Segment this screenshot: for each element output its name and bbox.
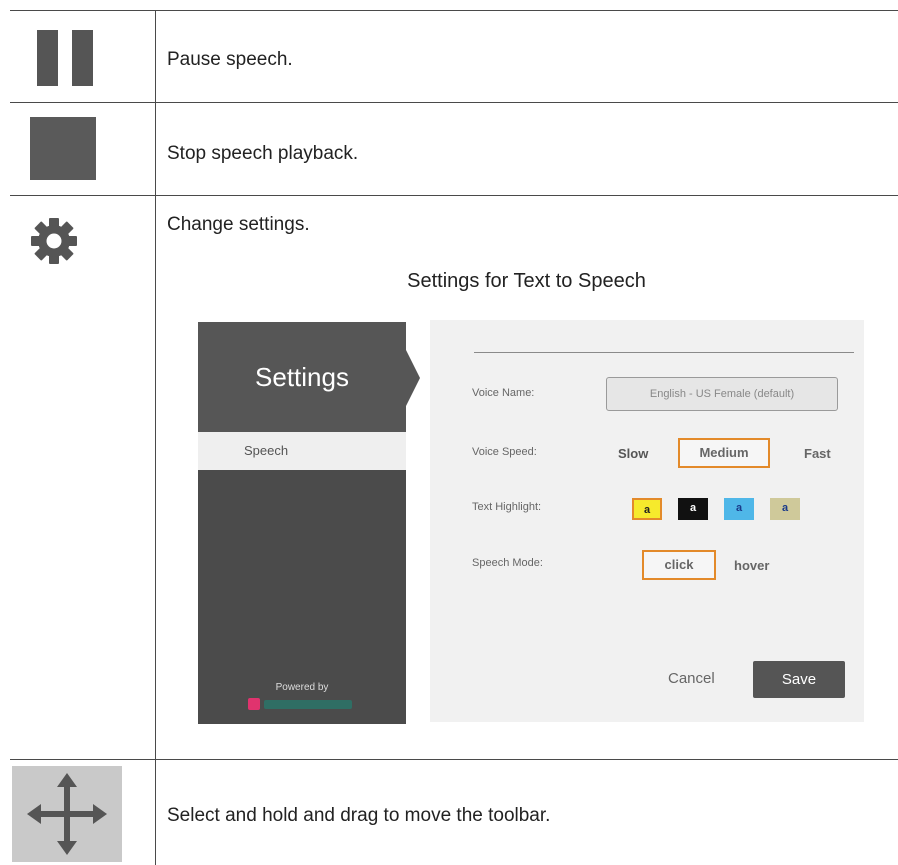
- voice-name-select[interactable]: English - US Female (default): [606, 377, 838, 411]
- voice-name-label: Voice Name:: [472, 387, 535, 399]
- sidebar-item-speech[interactable]: Speech: [198, 432, 406, 470]
- settings-form: Voice Name: English - US Female (default…: [430, 320, 864, 722]
- voice-speed-medium[interactable]: Medium: [678, 438, 770, 468]
- settings-sidebar: Settings Speech Powered by: [198, 322, 420, 724]
- sidebar-item-label: Speech: [244, 443, 289, 458]
- highlight-swatch-tan[interactable]: a: [770, 498, 800, 520]
- pause-icon: [37, 30, 93, 86]
- highlight-swatch-yellow[interactable]: a: [632, 498, 662, 520]
- row-divider: [10, 195, 898, 196]
- stop-icon: [30, 117, 96, 180]
- save-button[interactable]: Save: [753, 661, 845, 698]
- powered-by-label: Powered by: [275, 682, 329, 693]
- brand-logo-icon: [248, 698, 260, 710]
- cancel-button[interactable]: Cancel: [668, 670, 715, 687]
- gear-icon: [31, 218, 77, 264]
- row-description: Change settings.: [167, 214, 310, 235]
- table-border-top: [10, 10, 898, 11]
- form-divider: [474, 352, 854, 353]
- speech-mode-hover[interactable]: hover: [734, 558, 769, 573]
- settings-header-title: Settings: [255, 362, 349, 392]
- figure-title: Settings for Text to Speech: [407, 270, 646, 292]
- row-divider: [10, 102, 898, 103]
- move-arrows-icon: [12, 766, 122, 862]
- text-highlight-label: Text Highlight:: [472, 501, 542, 513]
- voice-speed-fast[interactable]: Fast: [804, 446, 831, 461]
- voice-speed-label: Voice Speed:: [472, 446, 537, 458]
- row-divider: [10, 759, 898, 760]
- voice-speed-slow[interactable]: Slow: [618, 446, 648, 461]
- brand-logo-wordmark: [264, 700, 352, 709]
- column-divider: [155, 10, 156, 865]
- header-pointer-arrow: [406, 350, 420, 406]
- row-description: Select and hold and drag to move the too…: [167, 805, 551, 826]
- speech-mode-label: Speech Mode:: [472, 557, 543, 569]
- row-description: Stop speech playback.: [167, 143, 359, 164]
- speech-mode-click[interactable]: click: [642, 550, 716, 580]
- row-description: Pause speech.: [167, 49, 293, 70]
- highlight-swatch-blue[interactable]: a: [724, 498, 754, 520]
- highlight-swatch-black[interactable]: a: [678, 498, 708, 520]
- settings-header: Settings: [198, 322, 406, 432]
- sidebar-body: Powered by: [198, 470, 406, 724]
